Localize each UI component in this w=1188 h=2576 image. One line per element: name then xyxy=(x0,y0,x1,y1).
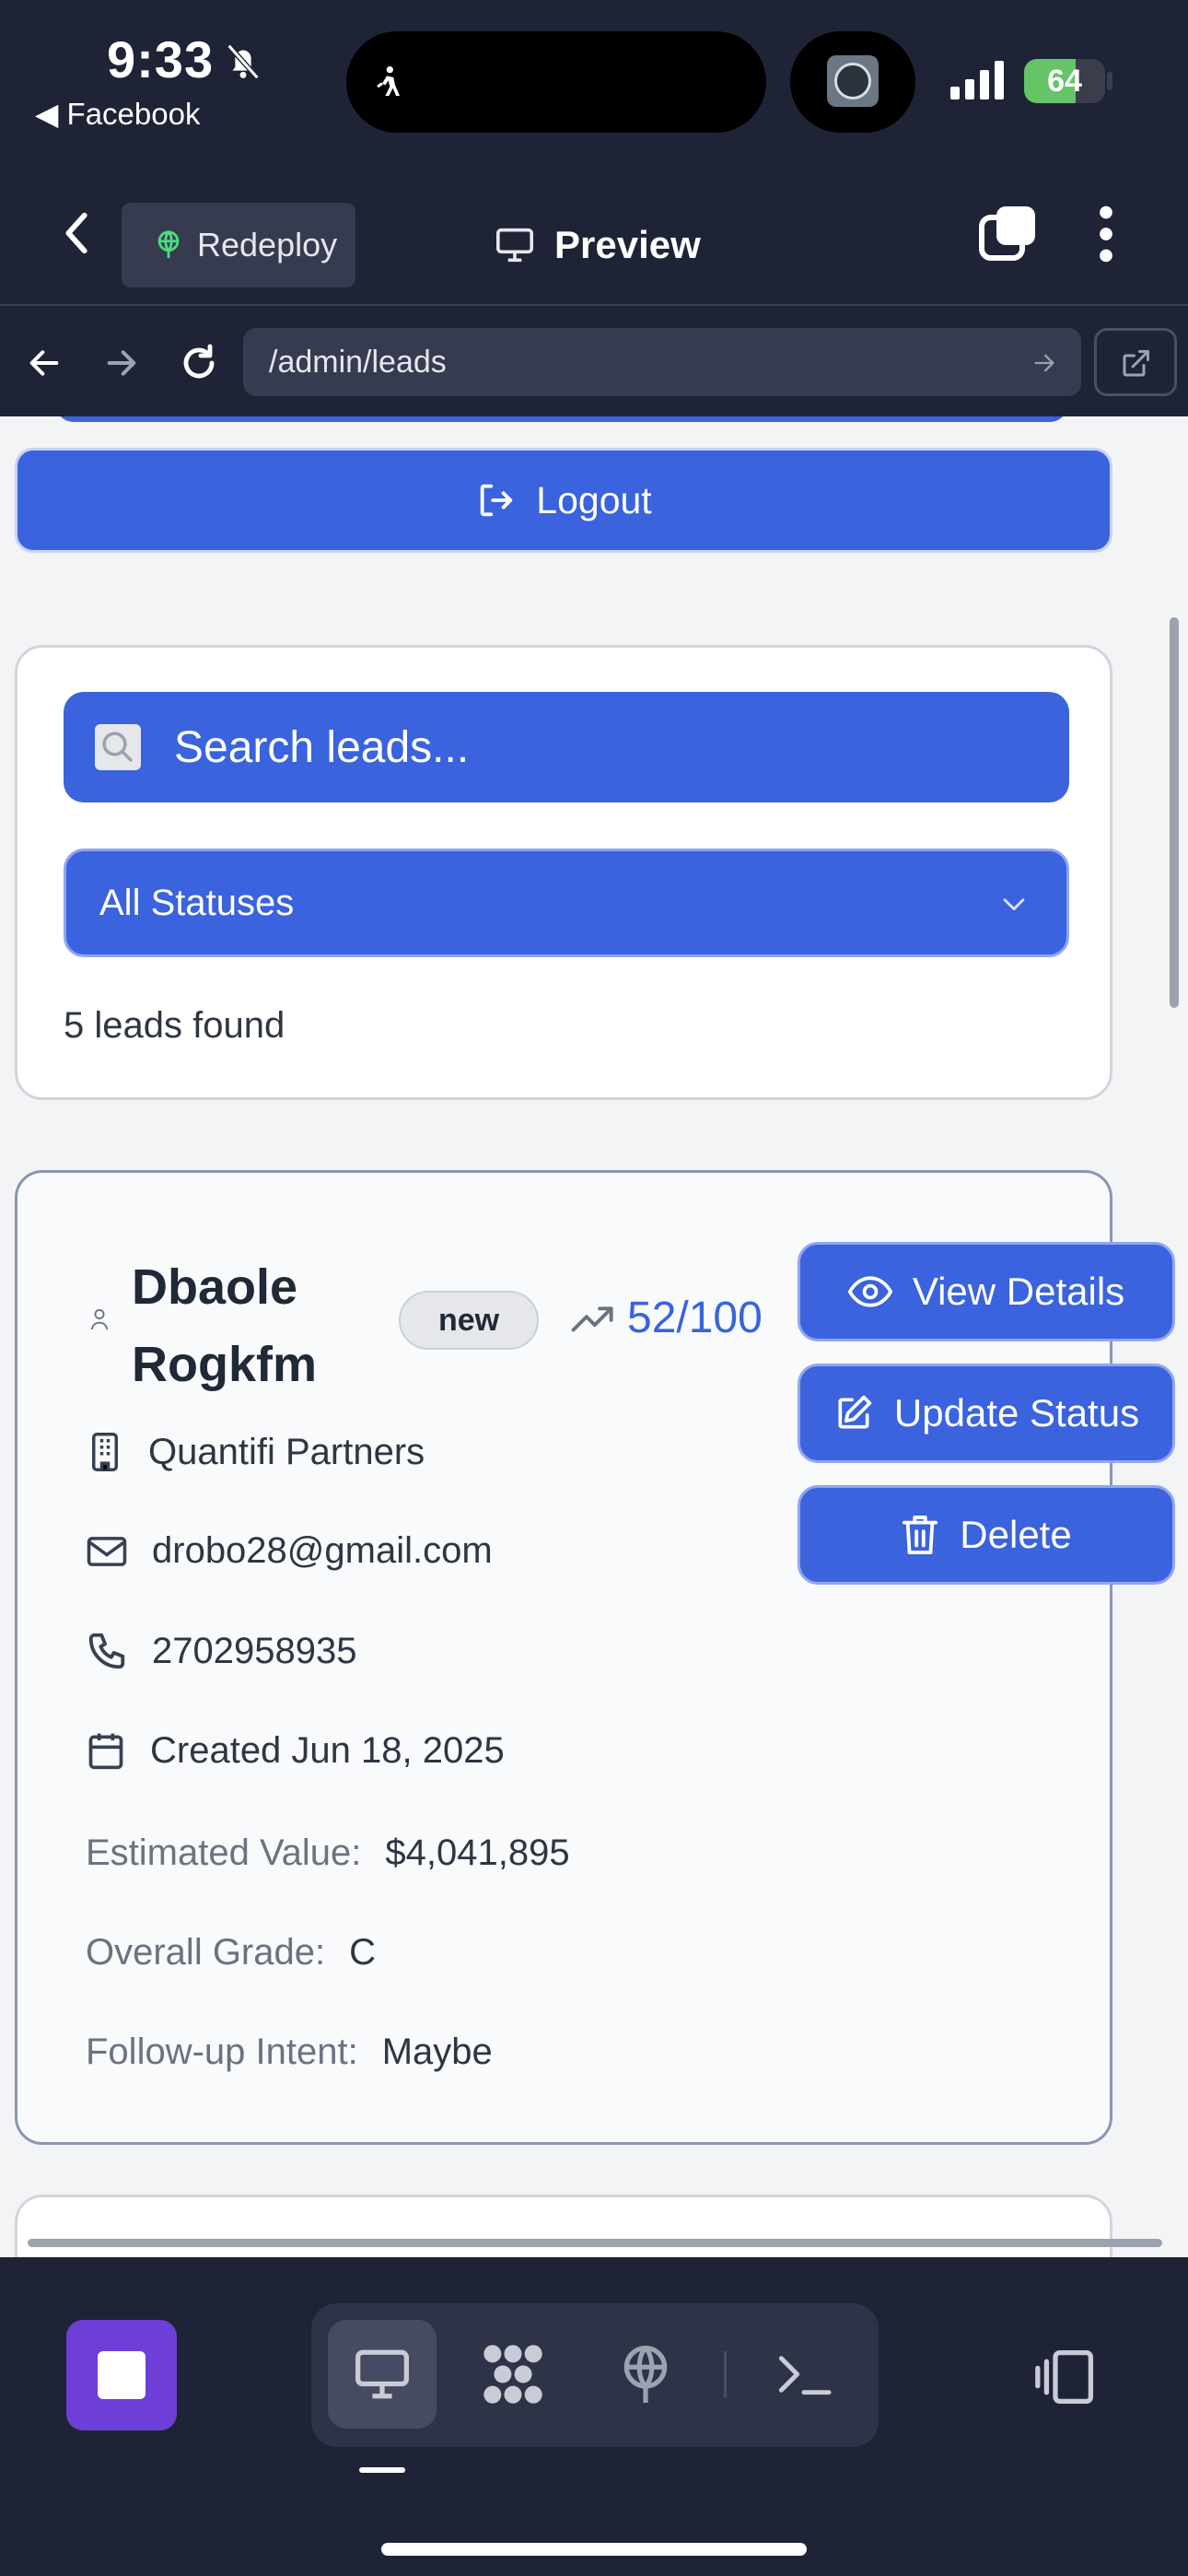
bell-muted-icon xyxy=(227,43,260,80)
bottom-toolbar xyxy=(0,2259,1188,2576)
redeploy-button[interactable]: Redeploy xyxy=(122,203,355,287)
logout-label: Logout xyxy=(536,478,652,521)
preview-label: Preview xyxy=(554,223,701,266)
device-rotate-icon[interactable] xyxy=(1033,2348,1100,2406)
delete-button[interactable]: Delete xyxy=(798,1485,1175,1585)
view-details-label: View Details xyxy=(912,1270,1125,1313)
phone-icon xyxy=(88,1633,125,1669)
preview-tab[interactable]: Preview xyxy=(494,208,701,282)
view-switcher xyxy=(311,2303,879,2447)
logout-button[interactable]: Logout xyxy=(15,448,1112,553)
preview-view-button[interactable] xyxy=(328,2320,437,2429)
previous-button-edge xyxy=(55,416,1068,422)
followup-row: Follow-up Intent: Maybe xyxy=(86,2032,493,2073)
url-input[interactable]: /admin/leads xyxy=(243,328,1081,396)
external-link-icon xyxy=(1123,350,1149,377)
nav-forward-arrow-icon[interactable] xyxy=(103,345,140,381)
user-icon xyxy=(90,1309,109,1330)
overall-grade-label: Overall Grade: xyxy=(86,1932,326,1973)
lead-score: 52/100 xyxy=(570,1293,763,1343)
filter-card: Search leads... All Statuses 5 leads fou… xyxy=(15,645,1112,1100)
live-activity xyxy=(790,31,915,133)
company-row: Quantifi Partners xyxy=(86,1431,425,1473)
tabs-icon[interactable] xyxy=(978,203,1039,263)
redeploy-label: Redeploy xyxy=(197,226,338,263)
eye-icon xyxy=(847,1276,892,1307)
trending-up-icon xyxy=(571,1306,613,1331)
cellular-signal-icon xyxy=(950,61,1004,100)
terminal-icon xyxy=(778,2356,832,2395)
status-bar: 9:33 ◀ Facebook 64 xyxy=(0,0,1188,157)
chevron-down-icon xyxy=(1003,898,1025,911)
integrations-button[interactable] xyxy=(459,2320,567,2429)
home-indicator[interactable] xyxy=(381,2543,807,2556)
edit-icon xyxy=(838,1395,872,1429)
update-status-button[interactable]: Update Status xyxy=(798,1364,1175,1463)
walking-activity-icon xyxy=(377,66,400,96)
back-to-app-link[interactable]: ◀ Facebook xyxy=(35,96,200,132)
company-name: Quantifi Partners xyxy=(148,1431,425,1472)
battery-cap xyxy=(1107,72,1112,90)
building-icon xyxy=(92,1433,118,1471)
page-content: Logout Search leads... All Statuses 5 le… xyxy=(0,416,1188,2257)
logout-icon xyxy=(481,484,513,517)
lead-name: Dbaole Rogkfm xyxy=(132,1259,317,1392)
lead-score-value: 52/100 xyxy=(627,1294,763,1342)
back-chevron-icon[interactable] xyxy=(59,208,96,258)
search-input[interactable]: Search leads... xyxy=(64,692,1069,802)
app-header: Redeploy Preview xyxy=(0,157,1188,306)
globe-icon xyxy=(623,2346,668,2403)
status-filter-select[interactable]: All Statuses xyxy=(64,849,1069,957)
deploy-button[interactable] xyxy=(591,2320,700,2429)
status-time: 9:33 xyxy=(107,30,215,88)
followup-label: Follow-up Intent: xyxy=(86,2032,358,2072)
url-bar: /admin/leads xyxy=(0,308,1188,416)
globe-icon xyxy=(157,230,180,259)
estimated-value-label: Estimated Value: xyxy=(86,1832,362,1873)
horizontal-scrollbar[interactable] xyxy=(28,2239,1162,2247)
stop-button[interactable] xyxy=(66,2320,177,2430)
status-filter-value: All Statuses xyxy=(99,882,295,923)
battery-indicator: 64 xyxy=(1024,59,1105,103)
stop-icon xyxy=(98,2351,146,2399)
active-view-indicator xyxy=(359,2467,405,2473)
followup-value: Maybe xyxy=(381,2032,493,2072)
battery-percent: 64 xyxy=(1047,64,1082,99)
calendar-icon xyxy=(88,1733,123,1770)
more-vertical-icon[interactable] xyxy=(1096,205,1116,263)
created-date: Created Jun 18, 2025 xyxy=(150,1729,505,1771)
vertical-scrollbar[interactable] xyxy=(1170,617,1179,1008)
monitor-icon xyxy=(496,228,533,263)
blocks-icon xyxy=(483,2345,542,2404)
created-row: Created Jun 18, 2025 xyxy=(86,1729,505,1772)
search-placeholder: Search leads... xyxy=(174,722,470,772)
go-arrow-icon[interactable] xyxy=(1031,350,1057,376)
trash-icon xyxy=(903,1515,938,1554)
view-details-button[interactable]: View Details xyxy=(798,1242,1175,1341)
next-lead-card xyxy=(15,2195,1112,2257)
estimated-value-row: Estimated Value: $4,041,895 xyxy=(86,1832,570,1874)
leads-count: 5 leads found xyxy=(64,1005,285,1046)
delete-label: Delete xyxy=(960,1513,1072,1556)
mail-icon xyxy=(87,1536,127,1566)
dynamic-island xyxy=(346,31,766,133)
open-external-button[interactable] xyxy=(1094,328,1177,396)
phone-row: 2702958935 xyxy=(86,1630,356,1672)
search-icon xyxy=(95,724,141,770)
overall-grade-row: Overall Grade: C xyxy=(86,1932,376,1973)
monitor-icon xyxy=(355,2349,409,2399)
toolbar-divider xyxy=(724,2351,727,2397)
email-address: drobo28@gmail.com xyxy=(152,1530,493,1571)
shell-button[interactable] xyxy=(750,2320,858,2429)
status-badge: new xyxy=(399,1291,539,1350)
overall-grade: C xyxy=(349,1932,376,1973)
activity-thumbnail xyxy=(827,55,879,107)
nav-back-arrow-icon[interactable] xyxy=(26,345,63,381)
reload-icon[interactable] xyxy=(177,341,221,385)
phone-number: 2702958935 xyxy=(152,1630,357,1671)
update-status-label: Update Status xyxy=(893,1391,1140,1434)
estimated-value: $4,041,895 xyxy=(385,1832,570,1873)
email-row: drobo28@gmail.com xyxy=(86,1530,493,1572)
